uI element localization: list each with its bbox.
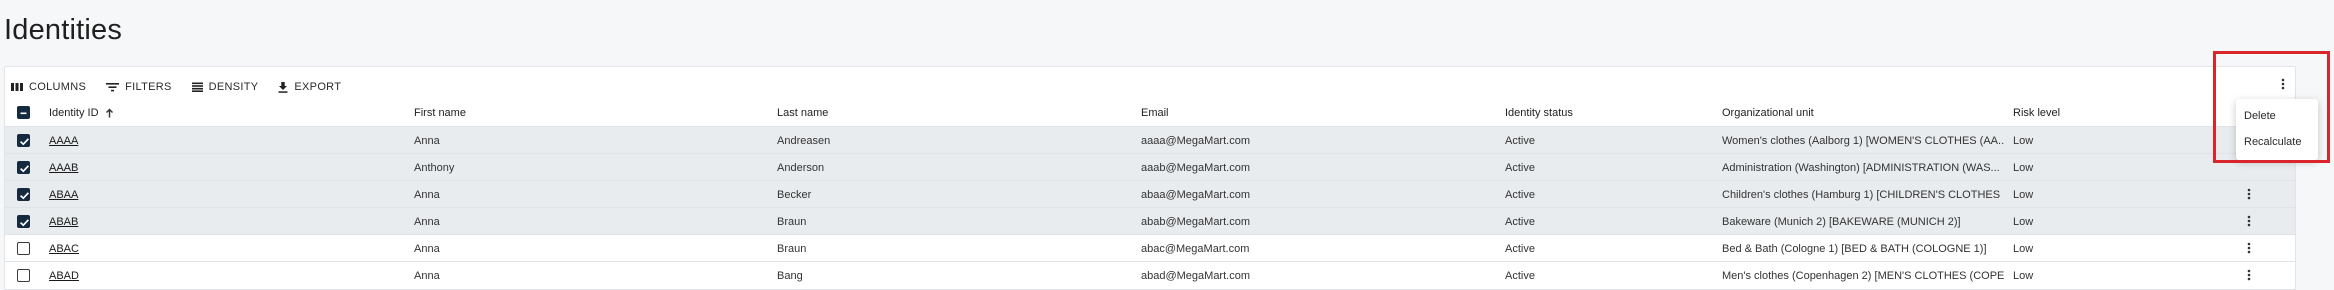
kebab-icon xyxy=(2247,242,2251,257)
organizational-unit-cell: Women's clothes (Aalborg 1) [WOMEN'S CLO… xyxy=(1722,134,2004,147)
identity-id-link[interactable]: ABAC xyxy=(49,243,79,255)
table-row[interactable]: ABAA Anna Becker abaa@MegaMart.com Activ… xyxy=(5,180,2295,208)
export-button[interactable]: EXPORT xyxy=(278,81,341,93)
identity-id-link[interactable]: AAAB xyxy=(49,162,78,174)
row-actions-kebab-button[interactable] xyxy=(2242,212,2256,232)
row-actions-kebab-button[interactable] xyxy=(2242,185,2256,205)
identity-status-cell: Active xyxy=(1505,215,1535,228)
last-name-cell: Braun xyxy=(777,242,807,255)
row-actions-kebab-button[interactable] xyxy=(2242,239,2256,259)
kebab-icon xyxy=(2247,269,2251,284)
identity-id-link[interactable]: AAAA xyxy=(49,135,78,147)
filters-button[interactable]: FILTERS xyxy=(106,81,172,93)
last-name-cell: Andreasen xyxy=(777,134,831,147)
sort-ascending-icon[interactable] xyxy=(105,108,114,118)
row-checkbox[interactable] xyxy=(17,215,30,228)
filter-icon xyxy=(106,82,120,92)
kebab-icon xyxy=(2247,215,2251,230)
organizational-unit-cell: Administration (Washington) [ADMINISTRAT… xyxy=(1722,161,2000,174)
email-cell: abaa@MegaMart.com xyxy=(1141,188,1250,201)
select-all-checkbox[interactable] xyxy=(17,106,30,119)
column-header-first-name[interactable]: First name xyxy=(414,100,714,126)
columns-icon xyxy=(11,82,23,92)
grid-toolbar: COLUMNS FILTERS DENSITY EXPORT xyxy=(11,77,341,97)
export-label: EXPORT xyxy=(294,81,342,93)
table-row[interactable]: ABAC Anna Braun abac@MegaMart.com Active… xyxy=(5,234,2295,262)
organizational-unit-cell: Bed & Bath (Cologne 1) [BED & BATH (COLO… xyxy=(1722,242,1987,255)
identity-id-link[interactable]: ABAD xyxy=(49,270,79,282)
identities-data-grid: COLUMNS FILTERS DENSITY EXPORT Identity … xyxy=(4,66,2296,290)
email-cell: abab@MegaMart.com xyxy=(1141,215,1250,228)
menu-item-delete[interactable]: Delete xyxy=(2244,106,2276,126)
kebab-icon xyxy=(2247,188,2251,203)
columns-button[interactable]: COLUMNS xyxy=(11,81,86,93)
menu-item-recalculate[interactable]: Recalculate xyxy=(2244,132,2301,152)
first-name-cell: Anna xyxy=(414,242,440,255)
density-icon xyxy=(191,82,203,92)
first-name-cell: Anthony xyxy=(414,161,455,174)
email-cell: abac@MegaMart.com xyxy=(1141,242,1250,255)
row-checkbox[interactable] xyxy=(17,161,30,174)
last-name-cell: Anderson xyxy=(777,161,825,174)
risk-level-cell: Low xyxy=(2013,161,2034,174)
column-header-last-name[interactable]: Last name xyxy=(777,100,1077,126)
identity-id-link[interactable]: ABAB xyxy=(49,216,78,228)
table-header-row: Identity ID First name Last name Email I… xyxy=(5,100,2295,126)
column-header-identity-status[interactable]: Identity status xyxy=(1505,100,1705,126)
email-cell: aaaa@MegaMart.com xyxy=(1141,134,1250,147)
first-name-cell: Anna xyxy=(414,215,440,228)
actions-context-menu: Delete Recalculate xyxy=(2236,99,2318,160)
columns-label: COLUMNS xyxy=(29,81,87,93)
density-button[interactable]: DENSITY xyxy=(191,81,259,93)
page-title: Identities xyxy=(4,14,123,46)
bulk-actions-kebab-button[interactable] xyxy=(2275,75,2291,97)
row-checkbox[interactable] xyxy=(17,269,30,282)
risk-level-cell: Low xyxy=(2013,188,2034,201)
table-row[interactable]: ABAB Anna Braun abab@MegaMart.com Active… xyxy=(5,207,2295,235)
filters-label: FILTERS xyxy=(125,81,172,93)
row-checkbox[interactable] xyxy=(17,134,30,147)
identity-status-cell: Active xyxy=(1505,242,1535,255)
risk-level-cell: Low xyxy=(2013,215,2034,228)
identity-status-cell: Active xyxy=(1505,188,1535,201)
column-header-email[interactable]: Email xyxy=(1141,100,1441,126)
identity-status-cell: Active xyxy=(1505,134,1535,147)
organizational-unit-cell: Children's clothes (Hamburg 1) [CHILDREN… xyxy=(1722,188,2004,201)
table-row[interactable]: AAAB Anthony Anderson aaab@MegaMart.com … xyxy=(5,153,2295,181)
risk-level-cell: Low xyxy=(2013,242,2034,255)
row-checkbox[interactable] xyxy=(17,188,30,201)
identity-id-link[interactable]: ABAA xyxy=(49,189,78,201)
email-cell: aaab@MegaMart.com xyxy=(1141,161,1250,174)
row-actions-kebab-button[interactable] xyxy=(2242,266,2256,286)
first-name-cell: Anna xyxy=(414,188,440,201)
risk-level-cell: Low xyxy=(2013,134,2034,147)
last-name-cell: Becker xyxy=(777,188,812,201)
identity-status-cell: Active xyxy=(1505,161,1535,174)
column-header-organizational-unit[interactable]: Organizational unit xyxy=(1722,100,2002,126)
kebab-icon xyxy=(2281,77,2285,95)
organizational-unit-cell: Bakeware (Munich 2) [BAKEWARE (MUNICH 2)… xyxy=(1722,215,1961,228)
column-header-identity-id[interactable]: Identity ID xyxy=(49,100,349,126)
export-icon xyxy=(278,81,288,93)
first-name-cell: Anna xyxy=(414,134,440,147)
column-header-label: Identity ID xyxy=(49,107,99,119)
density-label: DENSITY xyxy=(208,81,259,93)
table-row[interactable]: AAAA Anna Andreasen aaaa@MegaMart.com Ac… xyxy=(5,126,2295,154)
last-name-cell: Braun xyxy=(777,215,807,228)
row-checkbox[interactable] xyxy=(17,242,30,255)
column-header-risk-level[interactable]: Risk level xyxy=(2013,100,2213,126)
